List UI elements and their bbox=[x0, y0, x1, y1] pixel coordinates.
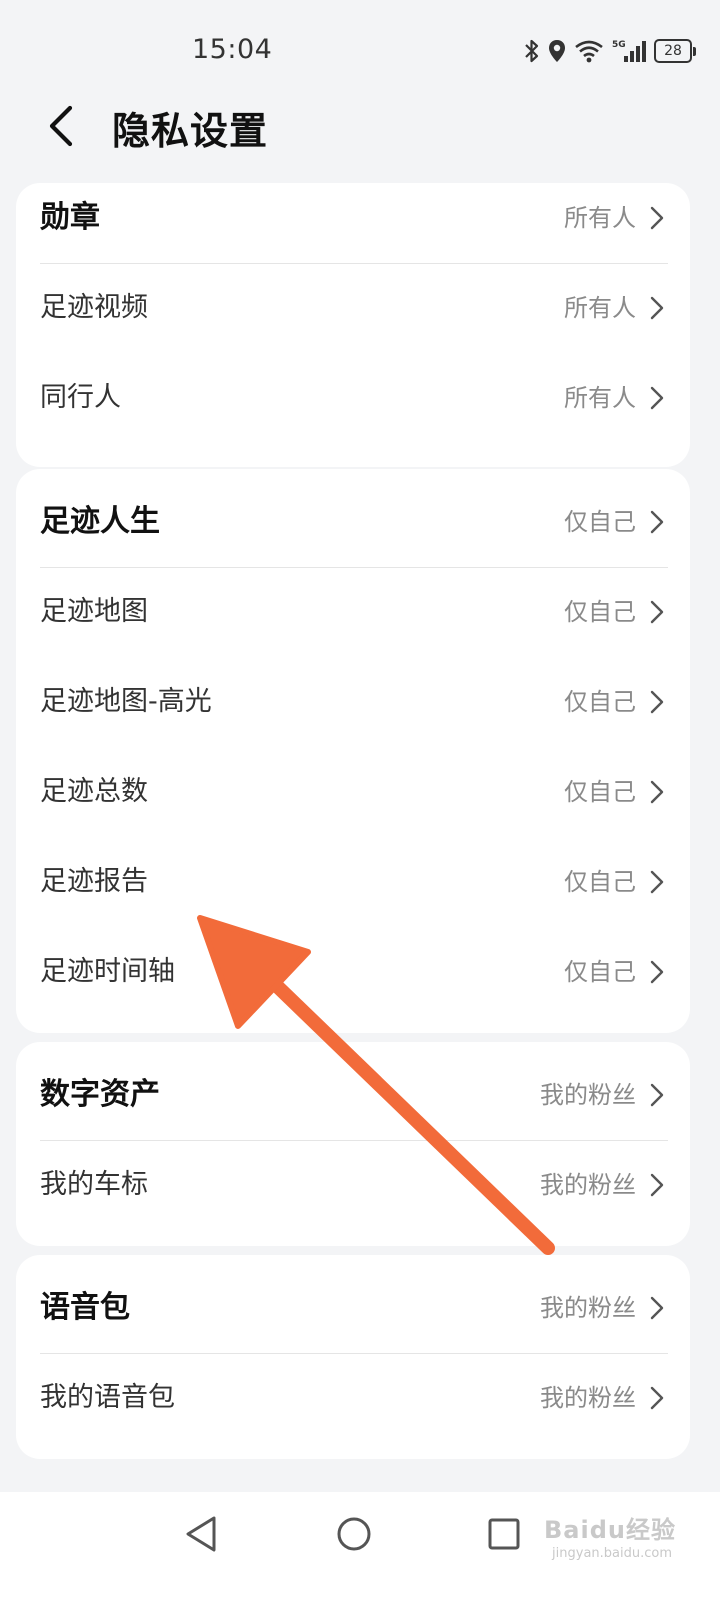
row-value: 仅自己 bbox=[564, 688, 636, 716]
settings-row[interactable]: 数字资产 我的粉丝 bbox=[16, 1050, 690, 1140]
settings-row[interactable]: 足迹报告 仅自己 bbox=[16, 837, 690, 927]
row-label: 足迹视频 bbox=[40, 292, 148, 323]
settings-row[interactable]: 我的语音包 我的粉丝 bbox=[16, 1353, 690, 1443]
chevron-right-icon bbox=[650, 870, 664, 894]
header: 隐私设置 bbox=[0, 90, 720, 162]
battery-icon: 28 bbox=[654, 39, 696, 63]
settings-row[interactable]: 勋章 所有人 bbox=[16, 183, 690, 263]
settings-row[interactable]: 语音包 我的粉丝 bbox=[16, 1263, 690, 1353]
network-type-label: 5G bbox=[612, 40, 626, 50]
settings-card: 语音包 我的粉丝 我的语音包 我的粉丝 bbox=[16, 1255, 690, 1459]
row-value: 仅自己 bbox=[564, 868, 636, 896]
chevron-right-icon bbox=[650, 510, 664, 534]
settings-card: 勋章 所有人 足迹视频 所有人 同行人 所有人 bbox=[16, 183, 690, 467]
chevron-right-icon bbox=[650, 206, 664, 230]
chevron-right-icon bbox=[650, 780, 664, 804]
row-value: 我的粉丝 bbox=[540, 1294, 636, 1322]
settings-row[interactable]: 足迹地图 仅自己 bbox=[16, 567, 690, 657]
row-label: 我的语音包 bbox=[40, 1382, 175, 1413]
wifi-icon bbox=[574, 39, 604, 63]
chevron-right-icon bbox=[650, 296, 664, 320]
settings-row[interactable]: 足迹地图-高光 仅自己 bbox=[16, 657, 690, 747]
status-time: 15:04 bbox=[192, 34, 273, 65]
settings-row[interactable]: 同行人 所有人 bbox=[16, 353, 690, 443]
row-value: 仅自己 bbox=[564, 958, 636, 986]
nav-back-button[interactable] bbox=[178, 1510, 226, 1558]
row-label: 足迹地图-高光 bbox=[40, 686, 212, 717]
chevron-right-icon bbox=[650, 690, 664, 714]
settings-row[interactable]: 我的车标 我的粉丝 bbox=[16, 1140, 690, 1230]
status-bar: 15:04 5G 28 bbox=[0, 0, 720, 104]
row-label: 足迹人生 bbox=[40, 504, 160, 539]
row-label: 我的车标 bbox=[40, 1169, 148, 1200]
settings-row[interactable]: 足迹视频 所有人 bbox=[16, 263, 690, 353]
row-value: 所有人 bbox=[564, 294, 636, 322]
row-value: 我的粉丝 bbox=[540, 1384, 636, 1412]
row-label: 足迹时间轴 bbox=[40, 956, 175, 987]
row-value: 仅自己 bbox=[564, 598, 636, 626]
settings-row[interactable]: 足迹时间轴 仅自己 bbox=[16, 927, 690, 1017]
triangle-back-icon bbox=[186, 1516, 216, 1552]
chevron-right-icon bbox=[650, 1083, 664, 1107]
row-value: 仅自己 bbox=[564, 778, 636, 806]
row-label: 勋章 bbox=[40, 200, 100, 235]
bluetooth-icon bbox=[524, 38, 540, 64]
row-value: 我的粉丝 bbox=[540, 1081, 636, 1109]
row-value: 所有人 bbox=[564, 384, 636, 412]
location-icon bbox=[548, 39, 566, 63]
row-value: 仅自己 bbox=[564, 508, 636, 536]
nav-home-button[interactable] bbox=[330, 1510, 378, 1558]
back-arrow-icon bbox=[49, 105, 73, 147]
row-label: 足迹报告 bbox=[40, 866, 148, 897]
chevron-right-icon bbox=[650, 960, 664, 984]
settings-card: 足迹人生 仅自己 足迹地图 仅自己 足迹地图-高光 仅自己 足迹总数 仅自己 足迹报告 仅自己 足迹… bbox=[16, 469, 690, 1033]
chevron-right-icon bbox=[650, 1173, 664, 1197]
system-nav-bar bbox=[0, 1492, 720, 1600]
cellular-signal-icon: 5G bbox=[612, 38, 646, 64]
square-recents-icon bbox=[488, 1518, 520, 1550]
row-label: 数字资产 bbox=[40, 1077, 160, 1112]
row-label: 足迹地图 bbox=[40, 596, 148, 627]
nav-recents-button[interactable] bbox=[480, 1510, 528, 1558]
chevron-right-icon bbox=[650, 600, 664, 624]
row-value: 所有人 bbox=[564, 204, 636, 232]
settings-card: 数字资产 我的粉丝 我的车标 我的粉丝 bbox=[16, 1042, 690, 1246]
row-value: 我的粉丝 bbox=[540, 1171, 636, 1199]
back-button[interactable] bbox=[40, 102, 88, 150]
page-title: 隐私设置 bbox=[112, 109, 269, 153]
settings-row[interactable]: 足迹总数 仅自己 bbox=[16, 747, 690, 837]
row-label: 同行人 bbox=[40, 382, 121, 413]
row-label: 语音包 bbox=[40, 1290, 130, 1325]
chevron-right-icon bbox=[650, 1386, 664, 1410]
circle-home-icon bbox=[337, 1517, 371, 1551]
chevron-right-icon bbox=[650, 1296, 664, 1320]
row-label: 足迹总数 bbox=[40, 776, 148, 807]
settings-row[interactable]: 足迹人生 仅自己 bbox=[16, 477, 690, 567]
status-icons: 5G 28 bbox=[524, 38, 696, 64]
chevron-right-icon bbox=[650, 386, 664, 410]
